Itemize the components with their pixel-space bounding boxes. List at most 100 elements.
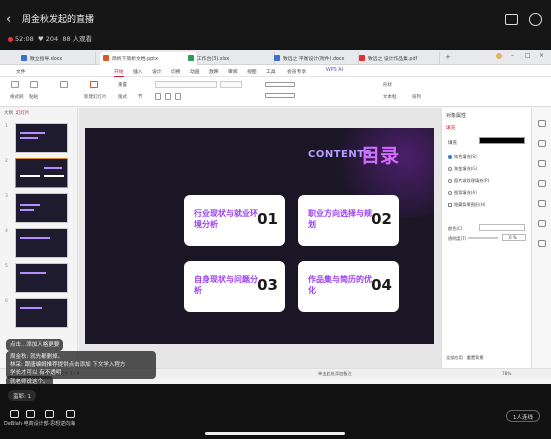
slide[interactable]: CONTENTS 目录 行业现状与就业环境分析 01 职业方向选择与规划 02 … [85,128,434,344]
menu-slideshow[interactable]: 放映 [209,68,219,75]
shared-screen: 散立指导.docx 简析下简析文档.pptx 工作台(3).xlsx 致远之 平… [0,50,551,384]
option-gradient-fill[interactable]: 渐变填充(G) [448,166,477,172]
slide-canvas[interactable]: CONTENTS 目录 行业现状与就业环境分析 01 职业方向选择与规划 02 … [79,108,441,368]
color-select[interactable] [479,224,525,231]
reset-background-button[interactable]: 重置背景 [467,355,484,360]
chat-message: 点击...添加人格更要 [6,339,64,351]
align-tools[interactable] [265,93,295,98]
slide-thumb-5[interactable] [15,263,68,293]
home-indicator[interactable] [205,432,345,435]
sidebar-tool-icon[interactable] [538,180,546,187]
option-picture-fill[interactable]: 图片或纹理填充(P) [448,178,489,184]
italic-icon[interactable] [165,93,171,100]
online-badge[interactable]: 蛮耶: 1 [8,390,37,401]
grid-icon[interactable] [66,410,75,418]
section-label[interactable]: 节 [138,94,143,100]
mic-icon[interactable] [45,410,54,418]
option-label: 图片或纹理填充(P) [454,178,490,183]
arrange-label[interactable]: 排列 [412,94,421,100]
menu-home[interactable]: 开始 [114,68,124,77]
document-tab-bar: 散立指导.docx 简析下简析文档.pptx 工作台(3).xlsx 致远之 平… [0,50,551,65]
toc-card-2[interactable]: 职业方向选择与规划 02 [298,195,399,246]
slide-thumb-4[interactable] [15,228,68,258]
share-icon[interactable] [26,410,35,418]
connect-button[interactable]: 1人连线 [506,410,540,422]
thumb-number: 5 [5,264,8,269]
live-duration: 52:08 [15,35,34,43]
thumb-number: 4 [5,229,8,234]
cut-icon[interactable] [60,81,68,88]
apply-all-button[interactable]: 全部应用 [446,355,463,360]
maximize-icon[interactable]: □ [525,52,531,59]
reset-label[interactable]: 重置 [118,82,127,88]
sidebar-tool-icon[interactable] [538,160,546,167]
slide-thumb-2[interactable] [15,158,68,188]
menu-review[interactable]: 审阅 [228,68,238,75]
slide-thumb-1[interactable] [15,123,68,153]
menu-animation[interactable]: 动画 [190,68,200,75]
toc-card-4[interactable]: 作品集与简历的优化 04 [298,261,399,312]
menu-insert[interactable]: 插入 [133,68,143,75]
zoom-level[interactable]: 78% [502,371,511,376]
paste-icon[interactable] [30,81,38,88]
toc-card-3[interactable]: 自身现状与问题分析 03 [184,261,285,312]
sidebar-tool-icon[interactable] [538,200,546,207]
slide-thumb-6[interactable] [15,298,68,328]
slide-thumb-3[interactable] [15,193,68,223]
power-icon[interactable] [529,13,542,26]
textbox-label[interactable]: 文本框 [383,94,397,100]
menu-transition[interactable]: 切换 [171,68,181,75]
shape-label[interactable]: 形状 [383,82,392,88]
tab-docx-1[interactable]: 散立指导.docx [18,52,96,65]
bold-icon[interactable] [155,93,161,100]
tab-xlsx[interactable]: 工作台(3).xlsx [185,52,275,65]
tab-outline[interactable]: 大纲 [4,111,13,116]
option-hide-background[interactable]: 隐藏背景图形(H) [448,202,486,208]
format-painter-label: 格式刷 [10,95,24,100]
object-properties-panel: 对象属性 填充 填充 纯色填充(S) 渐变填充(G) 图片或纹理填充(P) 图案… [441,108,531,368]
transparency-slider[interactable] [468,237,498,239]
menu-file[interactable]: 文件 [16,68,26,75]
layout-label[interactable]: 版式 [118,94,127,100]
sidebar-tool-icon[interactable] [538,120,546,127]
new-slide-icon[interactable] [90,81,98,88]
camera-icon[interactable] [505,14,518,25]
transparency-input[interactable]: 0 % [502,234,526,241]
underline-icon[interactable] [175,93,181,100]
tab-label: 散立指导.docx [30,57,63,62]
like-icon: ♥ [37,35,44,43]
notes-toggle[interactable]: 单击此处添加备注 [318,371,352,377]
menu-wps-ai[interactable]: WPS AI [326,68,343,73]
menu-member[interactable]: 会员专享 [287,68,306,75]
tab-slides[interactable]: 幻灯片 [16,111,30,116]
panel-section-fill[interactable]: 填充 [446,124,456,131]
sidebar-tool-icon[interactable] [538,220,546,227]
sidebar-tool-icon[interactable] [538,240,546,247]
option-label: 图案填充(A) [454,190,477,195]
new-tab-icon[interactable]: + [445,53,451,61]
back-arrow-icon[interactable]: ‹ [6,12,11,27]
tab-docx-2[interactable]: 致远之 平衡设计(附件).docx [271,52,359,65]
sidebar-tool-icon[interactable] [538,140,546,147]
option-pattern-fill[interactable]: 图案填充(A) [448,190,477,196]
option-solid-fill[interactable]: 纯色填充(S) [448,154,477,160]
toc-number: 03 [257,276,278,294]
font-family-select[interactable] [155,81,217,88]
tab-pptx[interactable]: 简析下简析文档.pptx [100,52,198,65]
paragraph-tools[interactable] [265,82,295,87]
toc-card-1[interactable]: 行业现状与就业环境分析 01 [184,195,285,246]
menu-tools[interactable]: 工具 [266,68,276,75]
avatar[interactable] [496,53,502,59]
tab-pdf[interactable]: 致远之 设计作品集.pdf [356,52,440,65]
toc-number: 01 [257,210,278,228]
menu-design[interactable]: 设计 [152,68,162,75]
tab-label: 致远之 设计作品集.pdf [368,57,418,62]
menu-view[interactable]: 视图 [247,68,257,75]
format-painter-icon[interactable] [11,81,19,88]
chat-icon[interactable] [10,410,19,418]
close-icon[interactable]: × [539,52,544,59]
fill-color-dropdown[interactable] [479,137,525,144]
minimize-icon[interactable]: – [511,52,514,59]
toc-number: 02 [371,210,392,228]
font-size-select[interactable] [220,81,242,88]
